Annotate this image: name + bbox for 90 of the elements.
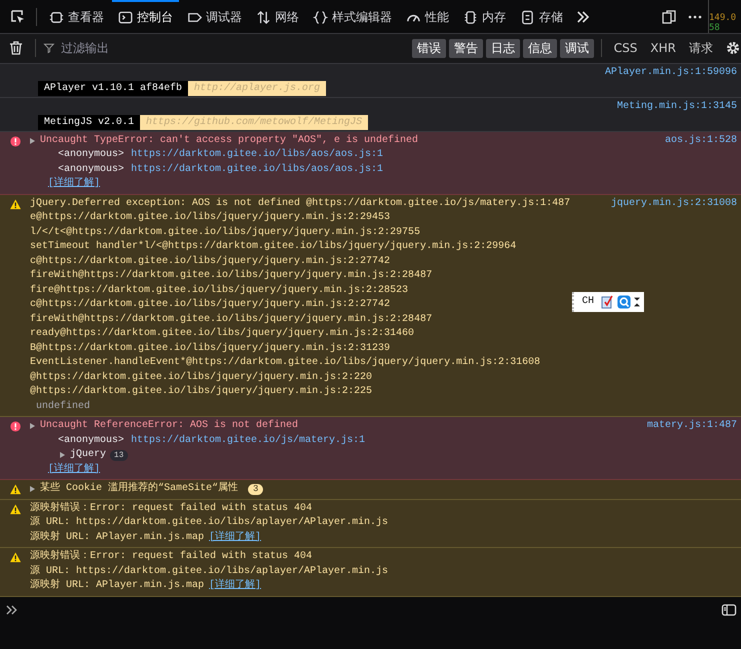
level-filter-button[interactable]: 日志 [486, 38, 520, 58]
log-label: MetingJS v2.0.1 [38, 114, 140, 130]
tab-icon [49, 10, 64, 25]
more-tabs-icon[interactable] [575, 8, 591, 24]
stack-link[interactable]: https://darktom.gitee.io/libs/aos/aos.js:1 [131, 162, 384, 178]
message-text: c@https://darktom.gitee.io/libs/jquery/jquery.min.js:2:27742 [30, 298, 390, 312]
stack-function: <anonymous> [58, 434, 124, 448]
message-text: EventListener.handleEvent*@https://darktom.gitee.io/libs/jquery/jquery.min.js:2:31608 [30, 356, 540, 370]
message-text: 源映射错误：Error: request failed with status 404 [30, 502, 312, 516]
panel-tab[interactable]: 性能 [400, 0, 455, 34]
widget-reading: 149.0 [709, 13, 738, 23]
warning-icon [10, 484, 20, 496]
message-text: B@https://darktom.gitee.io/libs/jquery/jquery.min.js:2:31239 [30, 342, 390, 356]
stack-function: <anonymous> [58, 162, 124, 176]
message-text: 源 URL: https://darktom.gitee.io/libs/aplayer/APlayer.min.js [30, 564, 388, 578]
search-icon[interactable] [617, 294, 632, 309]
message-text: 源映射错误：Error: request failed with status 404 [30, 550, 312, 564]
message-text: c@https://darktom.gitee.io/libs/jquery/jquery.min.js:2:27742 [30, 254, 390, 269]
message-text: setTimeout handler*l/<@https://darktom.gitee.io/libs/jquery/jquery.min.js:2:29964 [30, 240, 516, 254]
source-link[interactable]: aos.js:1:528 [664, 134, 737, 192]
panel-tab[interactable]: 网络 [250, 0, 305, 34]
tab-icon [520, 10, 535, 25]
type-filter-button[interactable]: XHR [645, 40, 681, 56]
tab-icon [118, 10, 133, 25]
filter-icon [43, 42, 55, 54]
level-filter-button[interactable]: 调试 [560, 38, 594, 58]
sidebar-toggle-icon[interactable] [721, 602, 737, 618]
filter-field[interactable]: 过滤输出 [59, 40, 263, 56]
ime-menu-icon[interactable] [634, 296, 640, 308]
error-icon [10, 421, 20, 432]
warning-icon [10, 552, 20, 564]
message-text: @https://darktom.gitee.io/libs/jquery/jquery.min.js:2:225 [30, 385, 372, 400]
learn-more-link[interactable]: [详细了解] [48, 464, 100, 475]
warning-icon [10, 198, 20, 210]
result-value: undefined [35, 400, 92, 414]
source-link[interactable]: jquery.min.js:2:31008 [610, 196, 737, 414]
panel-tab[interactable]: 调试器 [181, 0, 248, 34]
document-check-icon[interactable] [600, 294, 614, 309]
message-text: ready@https://darktom.gitee.io/libs/jquery/jquery.min.js:2:31460 [30, 327, 414, 342]
stack-group[interactable]: jQuery [70, 448, 106, 463]
ime-language[interactable]: CH [582, 296, 594, 308]
message-text: fire@https://darktom.gitee.io/libs/jquery/jquery.min.js:2:28523 [30, 284, 408, 298]
learn-more-link[interactable]: [详细了解] [209, 530, 262, 546]
panel-tab[interactable]: 内存 [457, 0, 512, 34]
tab-icon [256, 10, 271, 25]
level-filter-button[interactable]: 错误 [412, 38, 446, 58]
learn-more-link[interactable]: [详细了解] [48, 178, 100, 190]
message-text: fireWith@https://darktom.gitee.io/libs/jquery/jquery.min.js:2:28487 [30, 312, 432, 327]
stack-link[interactable]: https://darktom.gitee.io/js/matery.js:1 [131, 434, 366, 448]
message-text: l/</t<@https://darktom.gitee.io/libs/jquery/jquery.min.js:2:29755 [30, 226, 420, 240]
expand-triangle-icon[interactable] [58, 451, 66, 460]
message-text: e@https://darktom.gitee.io/libs/jquery/jquery.min.js:2:29453 [30, 211, 390, 226]
expand-triangle-icon[interactable] [28, 485, 36, 494]
tab-icon [313, 10, 328, 25]
message-text: Uncaught ReferenceError: AOS is not defined [40, 419, 298, 434]
message-text: 某些 Cookie 滥用推荐的“SameSite“属性 [40, 482, 238, 496]
repeat-count: 3 [248, 484, 264, 495]
learn-more-link[interactable]: [详细了解] [209, 579, 262, 594]
tab-icon [463, 10, 478, 25]
message-text: 源映射 URL: APlayer.min.js.map [30, 579, 204, 594]
panel-tab[interactable]: 存储 [514, 0, 569, 34]
warning-icon [10, 504, 20, 515]
level-filter-button[interactable]: 警告 [448, 38, 483, 58]
widget-reading: 58 [709, 23, 721, 33]
dock-icon[interactable] [661, 8, 677, 24]
stack-link[interactable]: https://darktom.gitee.io/libs/aos/aos.js:1 [131, 148, 384, 163]
source-link[interactable]: Meting.min.js:1:3145 [616, 100, 737, 114]
expand-triangle-icon[interactable] [28, 422, 36, 430]
expand-triangle-icon[interactable] [28, 136, 36, 145]
frame-count: 13 [110, 450, 128, 461]
panel-tab[interactable]: 样式编辑器 [307, 0, 398, 34]
message-text: 源映射 URL: APlayer.min.js.map [30, 530, 204, 545]
source-link[interactable]: APlayer.min.js:1:59096 [604, 66, 737, 80]
error-icon [10, 136, 20, 147]
level-filter-button[interactable]: 信息 [522, 38, 557, 58]
tab-icon [187, 10, 202, 25]
type-filter-button[interactable]: CSS [608, 40, 642, 56]
message-text: 源 URL: https://darktom.gitee.io/libs/aplayer/APlayer.min.js [30, 516, 388, 530]
message-text: @https://darktom.gitee.io/libs/jquery/jquery.min.js:2:220 [30, 370, 372, 385]
stack-function: <anonymous> [58, 148, 124, 162]
message-text: fireWith@https://darktom.gitee.io/libs/jquery/jquery.min.js:2:28487 [30, 269, 432, 284]
source-link[interactable]: matery.js:1:487 [646, 419, 737, 478]
type-filter-button[interactable]: 请求 [684, 38, 718, 58]
trash-icon[interactable] [8, 40, 24, 56]
message-text: jQuery.Deferred exception: AOS is not defined @https://darktom.gitee.io/js/matery.js:1:487 [30, 196, 570, 211]
settings-icon[interactable] [725, 40, 741, 56]
log-label: APlayer v1.10.1 af84efb [38, 80, 188, 96]
element-picker-icon[interactable] [10, 8, 26, 24]
panel-tab[interactable]: 查看器 [43, 0, 110, 34]
message-text: Uncaught TypeError: can't access property "AOS", e is undefined [40, 134, 418, 148]
